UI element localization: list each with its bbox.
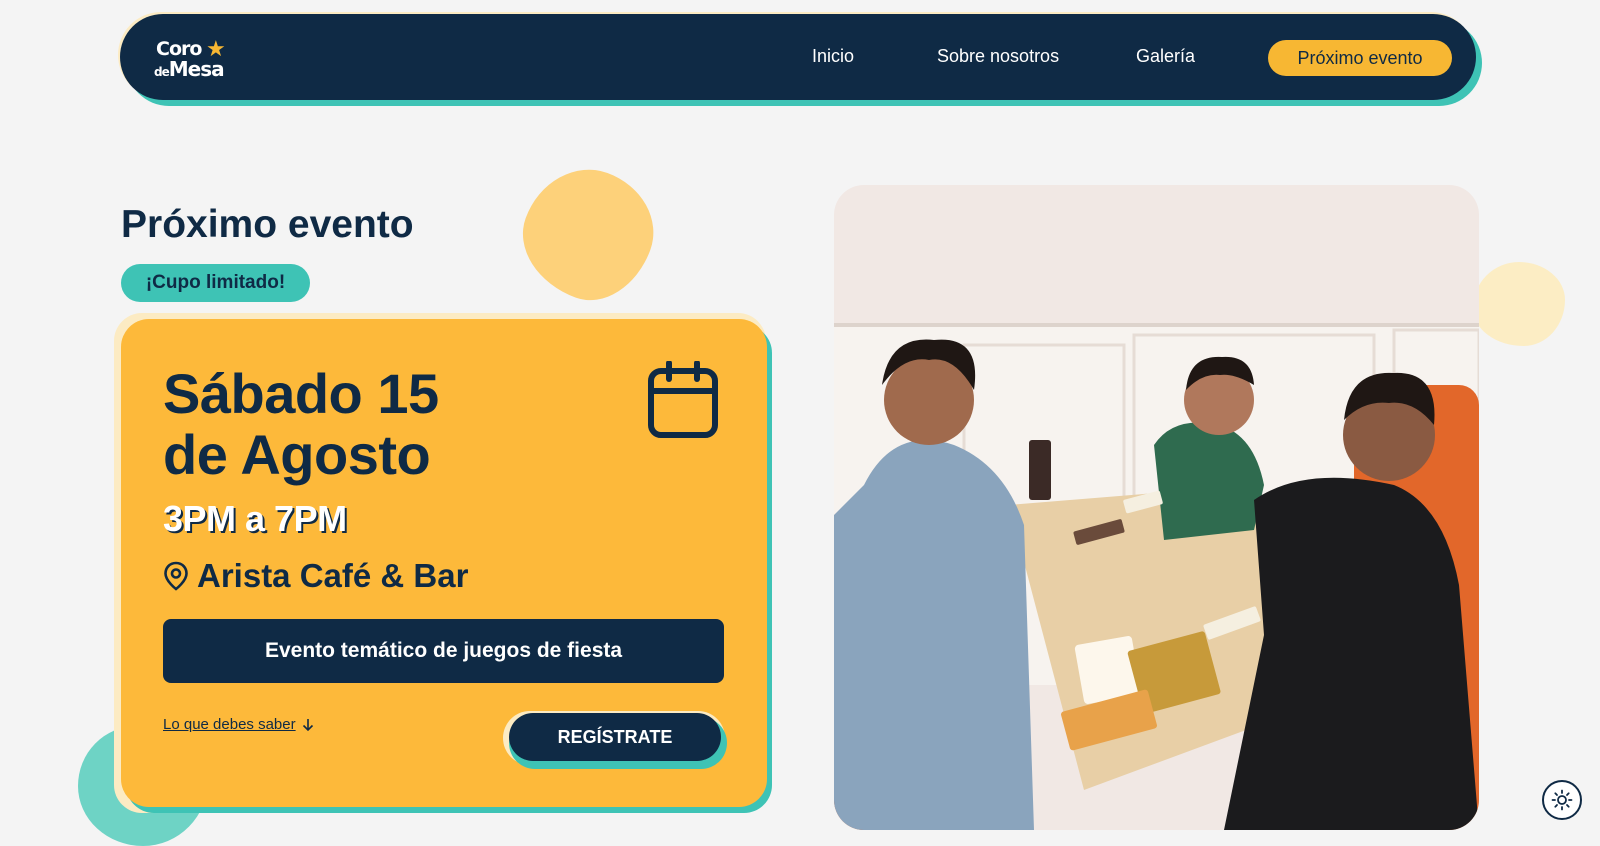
event-time: 3PM a 7PM xyxy=(163,498,347,539)
event-date-month: de Agosto xyxy=(163,423,431,486)
what-to-know-link[interactable]: Lo que debes saber xyxy=(163,716,314,733)
event-date-day: Sábado 15 xyxy=(163,362,439,425)
brand-logo[interactable]: Coro ★ deMesa xyxy=(154,36,236,82)
main-nav: Coro ★ deMesa Inicio Sobre nosotros Gale… xyxy=(120,14,1476,100)
what-to-know-label: Lo que debes saber xyxy=(163,716,296,733)
map-pin-icon xyxy=(164,561,188,591)
arrow-down-icon xyxy=(302,718,313,731)
limited-spots-badge: ¡Cupo limitado! xyxy=(121,264,310,302)
decor-blob-yellow xyxy=(505,151,671,317)
theme-toggle-button[interactable] xyxy=(1542,780,1582,820)
event-venue: Arista Café & Bar xyxy=(163,557,468,595)
site-header: Coro ★ deMesa Inicio Sobre nosotros Gale… xyxy=(118,12,1482,106)
decor-blob-cream xyxy=(1473,262,1565,346)
nav-link-sobre-nosotros[interactable]: Sobre nosotros xyxy=(937,46,1059,67)
event-photo xyxy=(834,185,1479,830)
section-title: Próximo evento xyxy=(121,203,414,246)
register-button[interactable]: REGÍSTRATE xyxy=(509,713,721,761)
nav-link-galeria[interactable]: Galería xyxy=(1136,46,1195,67)
nav-link-inicio[interactable]: Inicio xyxy=(812,46,854,67)
calendar-icon xyxy=(648,361,718,438)
event-card: Sábado 15 de Agosto 3PM a 7PM Arista Caf… xyxy=(121,319,767,807)
sun-icon xyxy=(1551,789,1573,811)
logo-word-demesa: deMesa xyxy=(154,57,225,81)
nav-cta-proximo-evento[interactable]: Próximo evento xyxy=(1268,40,1452,76)
venue-name: Arista Café & Bar xyxy=(197,557,469,594)
event-photo-illustration xyxy=(834,185,1479,830)
event-theme-banner: Evento temático de juegos de fiesta xyxy=(163,619,724,683)
